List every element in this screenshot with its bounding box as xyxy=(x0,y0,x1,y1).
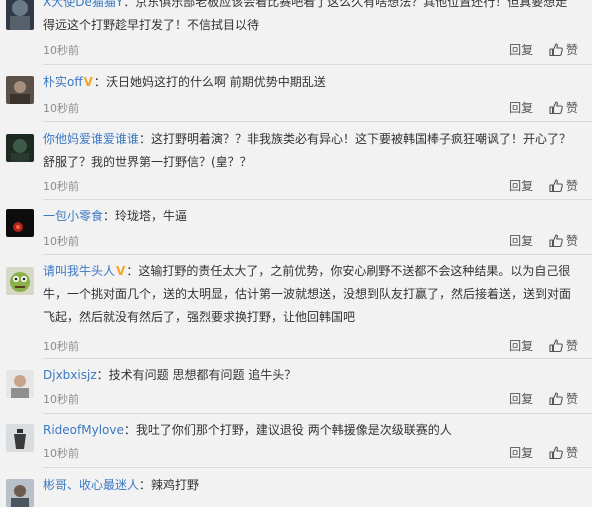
comment-time: 10秒前 xyxy=(43,44,79,57)
divider xyxy=(43,254,592,255)
thumbs-up-icon xyxy=(549,179,563,192)
like-button[interactable]: 赞 xyxy=(549,234,578,248)
divider xyxy=(43,413,592,414)
comment-time: 10秒前 xyxy=(43,340,79,353)
comment-list: X大使De猫猫Y：京东俱乐部老板应该会看比赛吧看了这么久有啥想法？其他位置还行！… xyxy=(0,0,592,507)
verified-v-icon: V xyxy=(83,75,93,89)
comment-author[interactable]: 彬哥、收心最迷人 xyxy=(43,478,139,492)
like-button[interactable]: 赞 xyxy=(549,43,578,57)
comment-author[interactable]: 朴实off xyxy=(43,75,83,89)
comment-time: 10秒前 xyxy=(43,180,79,193)
avatar[interactable] xyxy=(6,424,34,452)
avatar[interactable] xyxy=(6,76,34,104)
comment-author[interactable]: RideofMylove xyxy=(43,423,124,437)
colon-separator: ： xyxy=(139,478,152,492)
comment-author[interactable]: X大使De猫猫Y xyxy=(43,0,123,9)
avatar[interactable] xyxy=(6,134,34,162)
like-button[interactable]: 赞 xyxy=(549,179,578,193)
thumbs-up-icon xyxy=(549,101,563,114)
comment-time: 10秒前 xyxy=(43,447,79,460)
comment-text: 沃日她妈这打的什么啊 前期优势中期乱送 xyxy=(105,75,326,89)
thumbs-up-icon xyxy=(549,446,563,459)
reply-button[interactable]: 回复 xyxy=(509,43,533,57)
colon-separator: ： xyxy=(96,368,109,382)
verified-v-icon: V xyxy=(116,264,126,278)
divider xyxy=(43,64,592,65)
thumbs-up-icon xyxy=(549,43,563,56)
comment-time: 10秒前 xyxy=(43,393,79,406)
like-button[interactable]: 赞 xyxy=(549,339,578,353)
avatar[interactable] xyxy=(6,370,34,398)
divider xyxy=(43,199,592,200)
avatar[interactable] xyxy=(6,267,34,295)
colon-separator: ： xyxy=(123,0,136,9)
comment-text: 技术有问题 思想都有问题 追牛头？ xyxy=(108,368,297,382)
reply-button[interactable]: 回复 xyxy=(509,339,533,353)
like-button[interactable]: 赞 xyxy=(549,446,578,460)
divider xyxy=(43,358,592,359)
reply-button[interactable]: 回复 xyxy=(509,234,533,248)
reply-button[interactable]: 回复 xyxy=(509,101,533,115)
colon-separator: ： xyxy=(103,209,116,223)
divider xyxy=(43,121,592,122)
comment-time: 10秒前 xyxy=(43,235,79,248)
colon-separator: ： xyxy=(93,75,106,89)
avatar[interactable] xyxy=(6,0,34,30)
like-label: 赞 xyxy=(565,339,578,353)
avatar[interactable] xyxy=(6,209,34,237)
comment-author[interactable]: Djxbxisjz xyxy=(43,368,97,382)
thumbs-up-icon xyxy=(549,339,563,352)
like-label: 赞 xyxy=(565,101,578,115)
like-label: 赞 xyxy=(565,392,578,406)
like-label: 赞 xyxy=(565,43,578,57)
reply-button[interactable]: 回复 xyxy=(509,392,533,406)
divider xyxy=(43,467,592,468)
comment-text: 我吐了你们那个打野，建议退役 两个韩援像是次级联赛的人 xyxy=(135,423,452,437)
colon-separator: ： xyxy=(123,423,136,437)
thumbs-up-icon xyxy=(549,392,563,405)
like-label: 赞 xyxy=(565,234,578,248)
comment-time: 10秒前 xyxy=(43,102,79,115)
comment-text: 玲珑塔，牛逼 xyxy=(115,209,188,223)
comment-author[interactable]: 请叫我牛头人 xyxy=(43,264,115,278)
comment-author[interactable]: 一包小零食 xyxy=(43,209,103,223)
reply-button[interactable]: 回复 xyxy=(509,446,533,460)
like-label: 赞 xyxy=(565,179,578,193)
reply-button[interactable]: 回复 xyxy=(509,179,533,193)
comment-author[interactable]: 你他妈爱谁爱谁谁 xyxy=(43,132,139,146)
like-button[interactable]: 赞 xyxy=(549,101,578,115)
like-button[interactable]: 赞 xyxy=(549,392,578,406)
comment-text: 辣鸡打野 xyxy=(151,478,200,492)
colon-separator: ： xyxy=(139,132,152,146)
colon-separator: ： xyxy=(126,264,139,278)
avatar[interactable] xyxy=(6,479,34,507)
like-label: 赞 xyxy=(565,446,578,460)
thumbs-up-icon xyxy=(549,234,563,247)
